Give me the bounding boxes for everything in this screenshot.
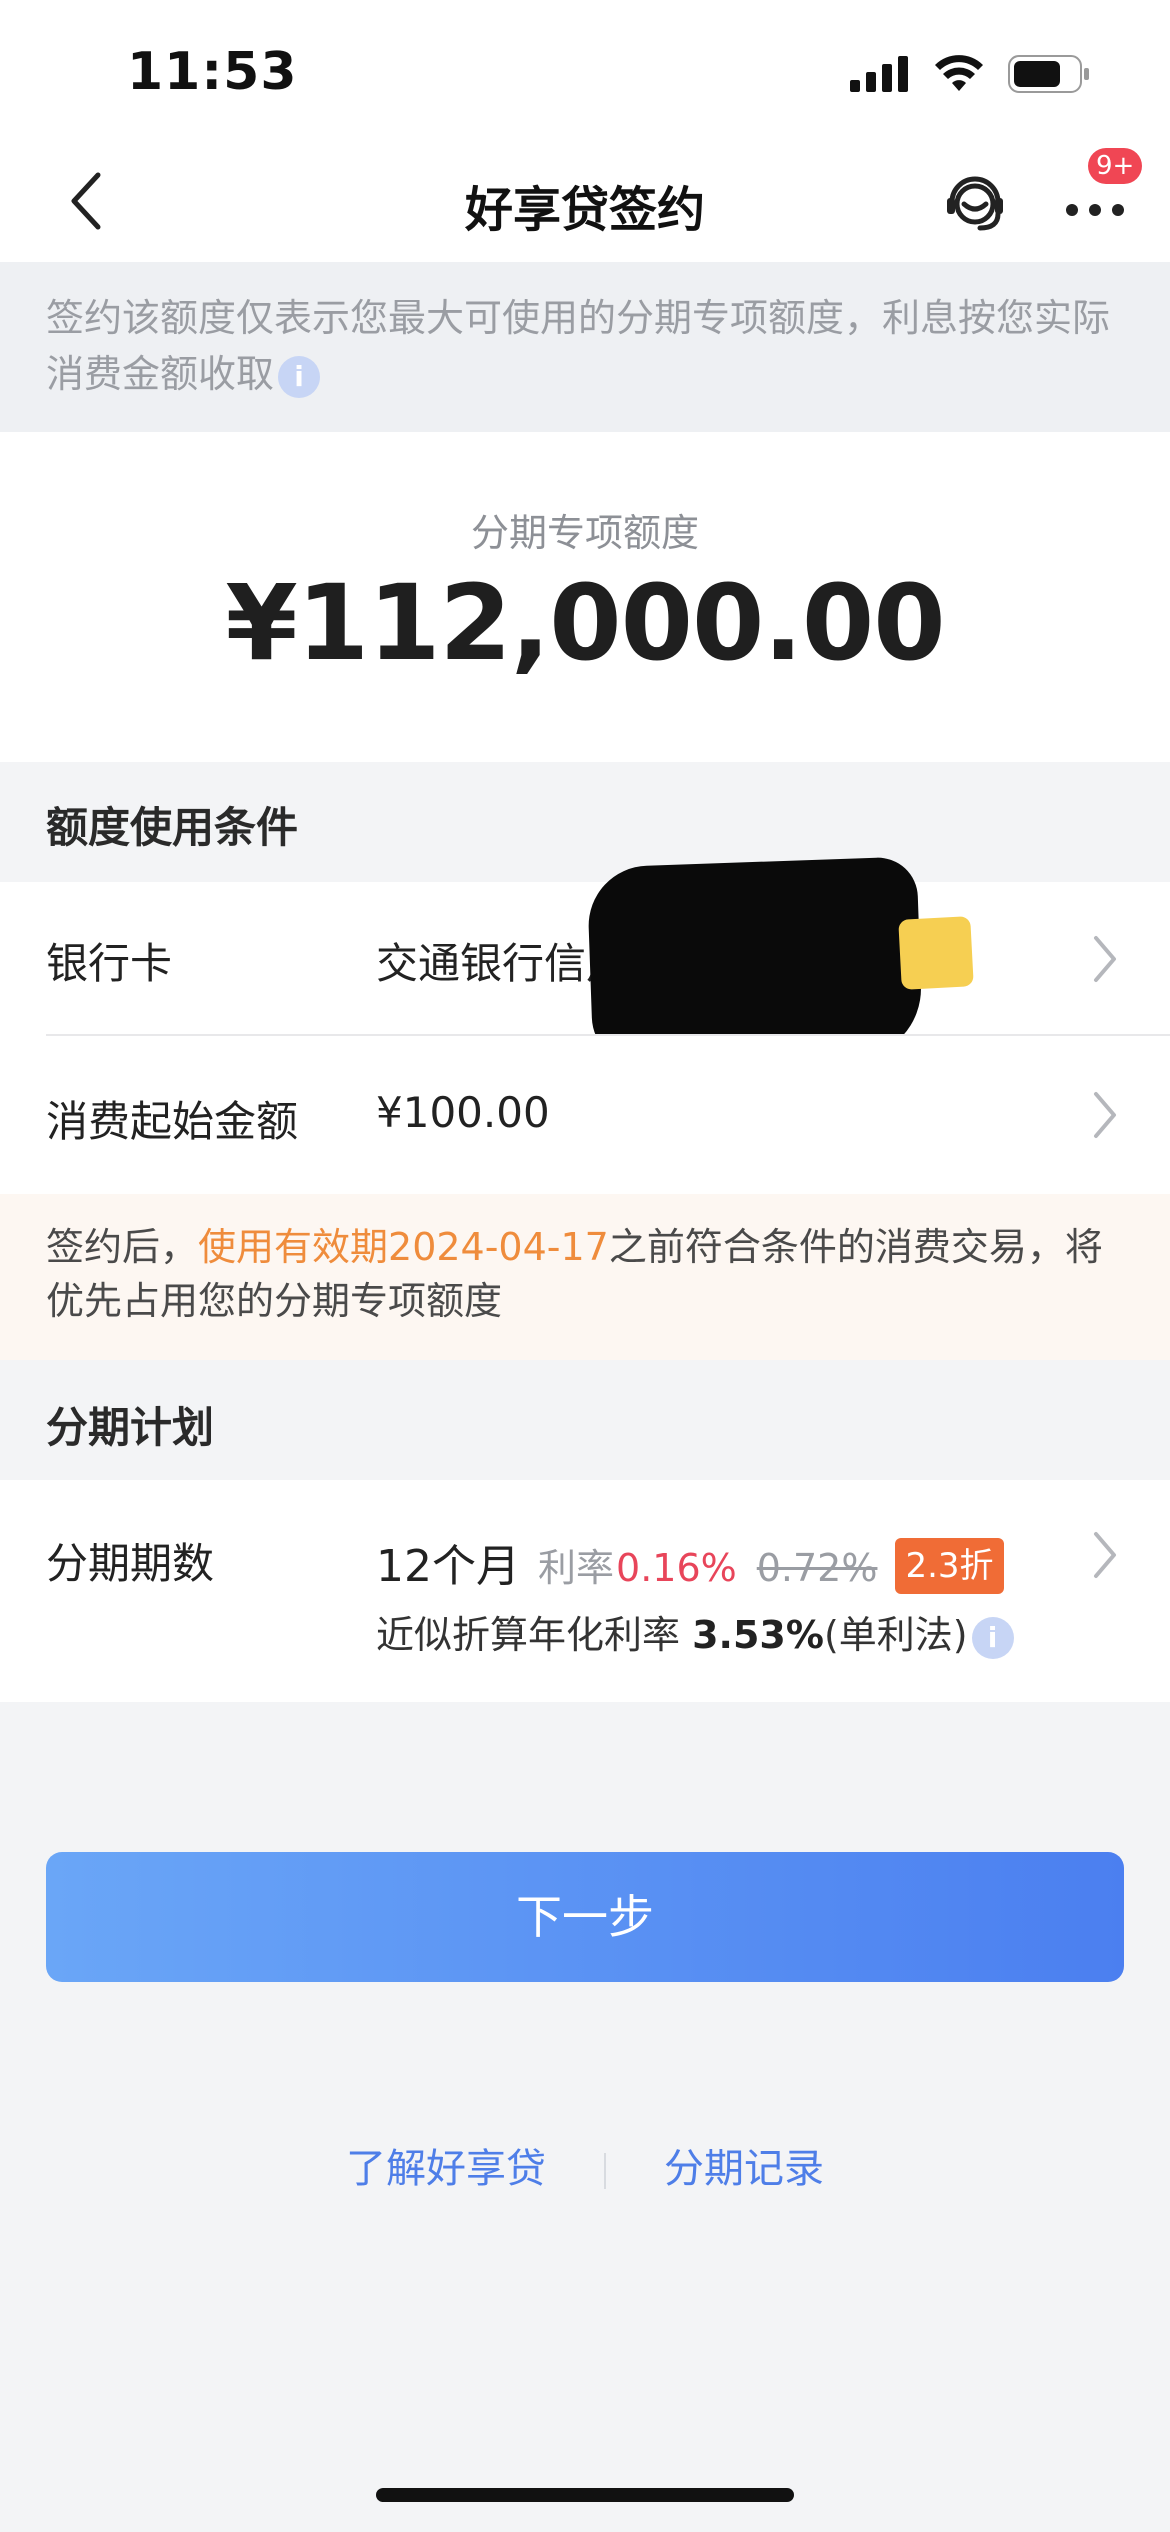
annual-rate-line: 近似折算年化利率 3.53%(单利法) i xyxy=(376,1604,1014,1659)
status-icons xyxy=(850,54,1090,94)
cellular-signal-icon xyxy=(850,56,908,92)
validity-tip: 签约后，使用有效期2024-04-17之前符合条件的消费交易，将优先占用您的分期… xyxy=(0,1194,1170,1360)
status-time: 11:53 xyxy=(127,42,298,102)
rate-original: 0.72% xyxy=(756,1546,878,1590)
next-step-button[interactable]: 下一步 xyxy=(46,1852,1124,1982)
chevron-right-icon xyxy=(1094,1092,1116,1138)
chevron-right-icon xyxy=(1094,1532,1116,1578)
learn-more-link[interactable]: 了解好享贷 xyxy=(346,2146,546,2192)
bank-card-label: 银行卡 xyxy=(46,939,173,988)
tip-highlight: 使用有效期2024-04-17 xyxy=(198,1225,609,1269)
status-bar: 11:53 xyxy=(0,0,1170,140)
customer-service-icon[interactable] xyxy=(940,166,1010,236)
footer-divider xyxy=(604,2153,606,2189)
nav-bar: 好享贷签约 xyxy=(0,140,1170,262)
annual-prefix: 近似折算年化利率 xyxy=(376,1613,693,1657)
conditions-section-header: 额度使用条件 xyxy=(0,762,1170,882)
amount-card: 分期专项额度 ¥112,000.00 xyxy=(0,432,1170,762)
notification-badge: 9+ xyxy=(1088,148,1143,184)
home-indicator xyxy=(376,2488,794,2502)
info-icon[interactable]: i xyxy=(278,355,321,398)
min-amount-value: ¥100.00 xyxy=(376,1088,550,1137)
discount-badge: 2.3折 xyxy=(895,1538,1004,1594)
annual-suffix: (单利法) xyxy=(823,1613,968,1657)
tip-prefix: 签约后， xyxy=(46,1225,199,1269)
card-color-patch xyxy=(898,916,974,990)
page: 11:53 好享贷签约 9+ 签约该额度仅表示您最大可使用的分期专项额度，利息按… xyxy=(0,0,1170,2532)
installment-records-link[interactable]: 分期记录 xyxy=(664,2146,824,2192)
min-amount-label: 消费起始金额 xyxy=(46,1097,299,1146)
min-amount-row[interactable]: 消费起始金额 ¥100.00 xyxy=(0,1036,1170,1194)
notice-text: 签约该额度仅表示您最大可使用的分期专项额度，利息按您实际消费金额收取 i xyxy=(46,290,1126,402)
wifi-icon xyxy=(935,55,983,91)
notice-banner: 签约该额度仅表示您最大可使用的分期专项额度，利息按您实际消费金额收取 i xyxy=(0,262,1170,432)
amount-label: 分期专项额度 xyxy=(470,511,699,555)
annual-rate-value: 3.53% xyxy=(692,1613,824,1657)
tip-text: 签约后，使用有效期2024-04-17之前符合条件的消费交易，将优先占用您的分期… xyxy=(46,1220,1136,1328)
info-icon[interactable]: i xyxy=(971,1616,1014,1659)
bank-card-row[interactable]: 银行卡 交通银行信用 xyxy=(0,882,1170,1036)
installment-label: 分期期数 xyxy=(46,1539,215,1588)
installment-plan-row[interactable]: 分期期数 12个月 利率 0.16% 0.72% 2.3折 近似折算年化利率 3… xyxy=(0,1480,1170,1702)
battery-icon xyxy=(1008,55,1089,93)
plan-months: 12个月 xyxy=(376,1541,520,1592)
rate-current: 0.16% xyxy=(616,1546,737,1590)
conditions-header-label: 额度使用条件 xyxy=(46,803,299,852)
rate-label: 利率 xyxy=(538,1546,615,1590)
plan-section-header: 分期计划 xyxy=(0,1360,1170,1480)
amount-value: ¥112,000.00 xyxy=(225,562,945,684)
footer-links: 了解好享贷 分期记录 xyxy=(0,2136,1170,2196)
plan-rate-line: 12个月 利率 0.16% 0.72% 2.3折 xyxy=(376,1530,1004,1598)
chevron-right-icon xyxy=(1094,936,1116,982)
notice-message: 签约该额度仅表示您最大可使用的分期专项额度，利息按您实际消费金额收取 xyxy=(46,296,1111,396)
plan-header-label: 分期计划 xyxy=(46,1403,215,1452)
